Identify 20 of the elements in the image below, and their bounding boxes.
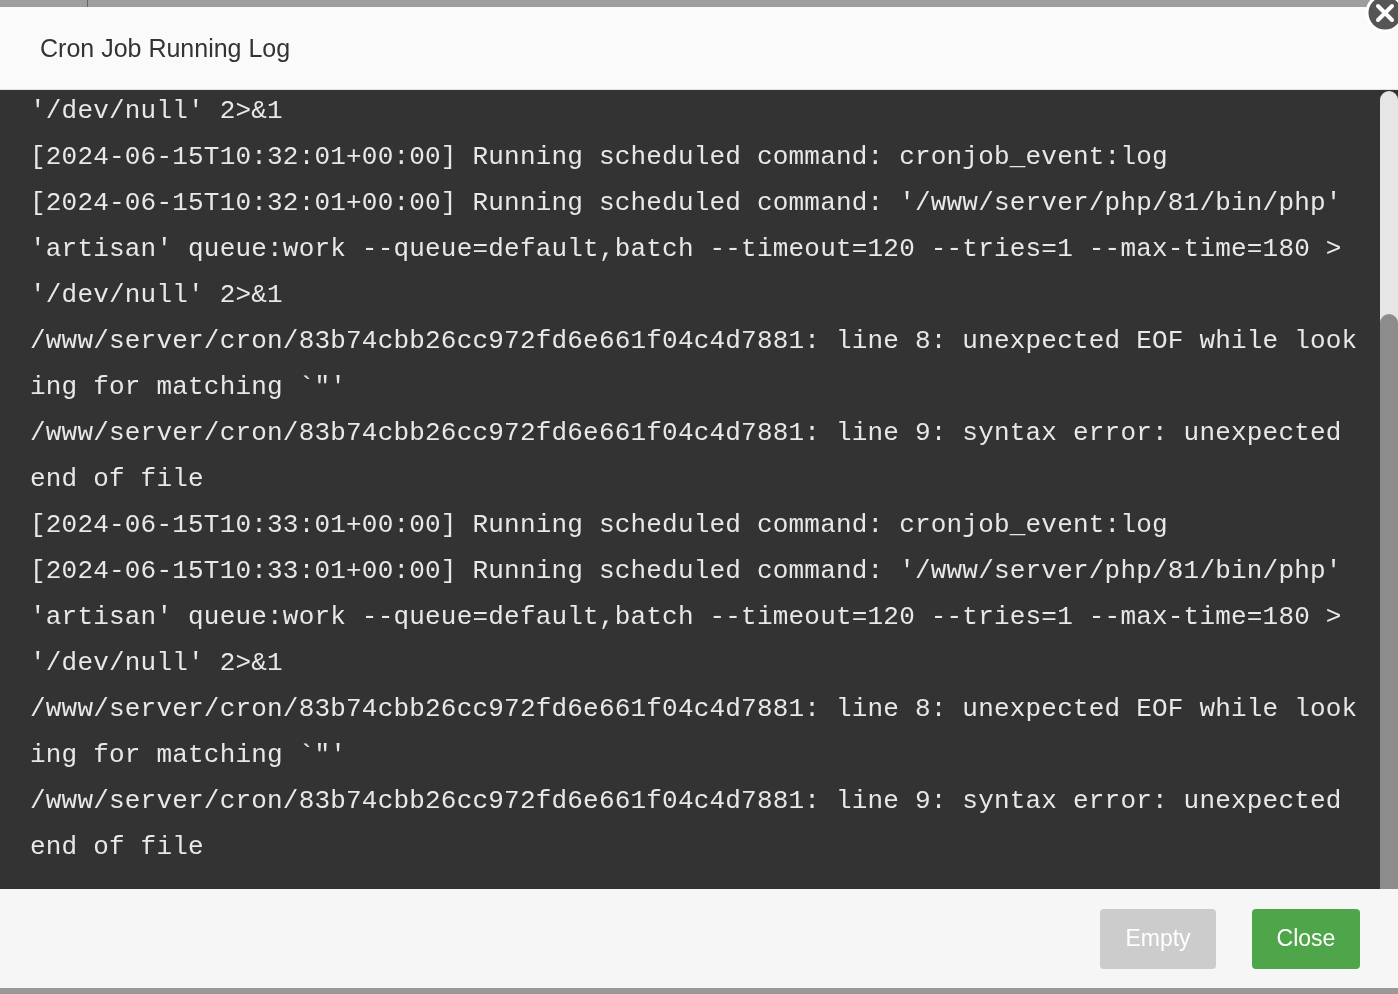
- log-line: [2024-06-15T10:33:01+00:00] Running scheduled command: '/www/server/php/81/bin/php': [30, 555, 1343, 588]
- log-line: /www/server/cron/83b74cbb26cc972fd6e661f04c4d7881: line 9: syntax error: unexpected: [30, 417, 1343, 450]
- log-line: end of file: [30, 831, 205, 864]
- log-line: [2024-06-15T10:32:01+00:00] Running scheduled command: cronjob_event:log: [30, 141, 1169, 174]
- log-line: /www/server/cron/83b74cbb26cc972fd6e661f04c4d7881: line 9: syntax error: unexpected: [30, 785, 1343, 818]
- log-line: [2024-06-15T10:32:01+00:00] Running scheduled command: '/www/server/php/81/bin/php': [30, 187, 1343, 220]
- log-line: /www/server/cron/83b74cbb26cc972fd6e661f04c4d7881: line 8: unexpected EOF while look: [30, 693, 1359, 726]
- dialog-button[interactable]: Close: [1252, 908, 1360, 969]
- log-line: /www/server/cron/83b74cbb26cc972fd6e661f04c4d7881: line 8: unexpected EOF while look: [30, 325, 1359, 358]
- log-line: '/dev/null' 2>&1: [30, 95, 284, 128]
- log-line: ing for matching `"': [30, 371, 348, 404]
- log-line: '/dev/null' 2>&1: [30, 647, 284, 680]
- log-line: ing for matching `"': [30, 739, 348, 772]
- log-line: 'artisan' queue:work --queue=default,batch --timeout=120 --tries=1 --max-time=180 >: [30, 601, 1343, 634]
- log-line: end of file: [30, 463, 205, 496]
- log-line: '/dev/null' 2>&1: [30, 279, 284, 312]
- log-line: [2024-06-15T10:33:01+00:00] Running scheduled command: cronjob_event:log: [30, 509, 1169, 542]
- dialog-title: Cron Job Running Log: [40, 33, 291, 63]
- log-line: 'artisan' queue:work --queue=default,batch --timeout=120 --tries=1 --max-time=180 >: [30, 233, 1343, 266]
- scrollbar-thumb[interactable]: [1380, 314, 1398, 889]
